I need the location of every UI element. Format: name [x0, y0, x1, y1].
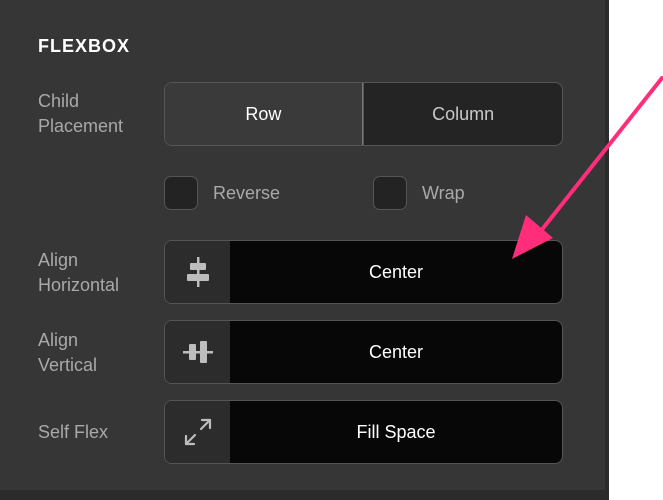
reverse-checkbox[interactable]: Reverse [164, 176, 280, 210]
panel-border [605, 0, 609, 490]
align-vertical-select[interactable]: Center [164, 320, 563, 384]
child-placement-label: Child Placement [38, 89, 158, 139]
section-title: FLEXBOX [38, 36, 131, 56]
align-vertical-label-line2: Vertical [38, 355, 98, 375]
wrap-checkbox[interactable]: Wrap [373, 176, 465, 210]
self-flex-select[interactable]: Fill Space [164, 400, 563, 464]
wrap-checkbox-box[interactable] [373, 176, 407, 210]
child-placement-segmented-control: Row Column [164, 82, 563, 146]
reverse-checkbox-label: Reverse [213, 182, 281, 203]
align-horizontal-center-icon[interactable] [165, 241, 230, 303]
align-vertical-label: Align Vertical [38, 328, 158, 378]
panel-bottom-strip [0, 490, 609, 500]
self-flex-value: Fill Space [356, 421, 436, 442]
align-horizontal-label-line2: Horizontal [38, 275, 120, 295]
child-placement-label-line2: Placement [38, 116, 124, 136]
wrap-checkbox-label: Wrap [422, 182, 465, 203]
align-horizontal-select[interactable]: Center [164, 240, 563, 304]
child-placement-label-line1: Child [38, 91, 80, 111]
align-vertical-label-line1: Align [38, 330, 79, 350]
column-option-button[interactable]: Column [363, 83, 562, 145]
align-horizontal-value: Center [368, 261, 424, 282]
expand-arrows-icon[interactable] [165, 401, 230, 463]
row-option-button[interactable]: Row [165, 83, 364, 145]
align-horizontal-label: Align Horizontal [38, 248, 158, 298]
align-horizontal-label-line1: Align [38, 250, 79, 270]
reverse-checkbox-box[interactable] [164, 176, 198, 210]
align-vertical-center-icon[interactable] [165, 321, 230, 383]
self-flex-label: Self Flex [38, 422, 109, 442]
align-vertical-value: Center [368, 341, 424, 362]
